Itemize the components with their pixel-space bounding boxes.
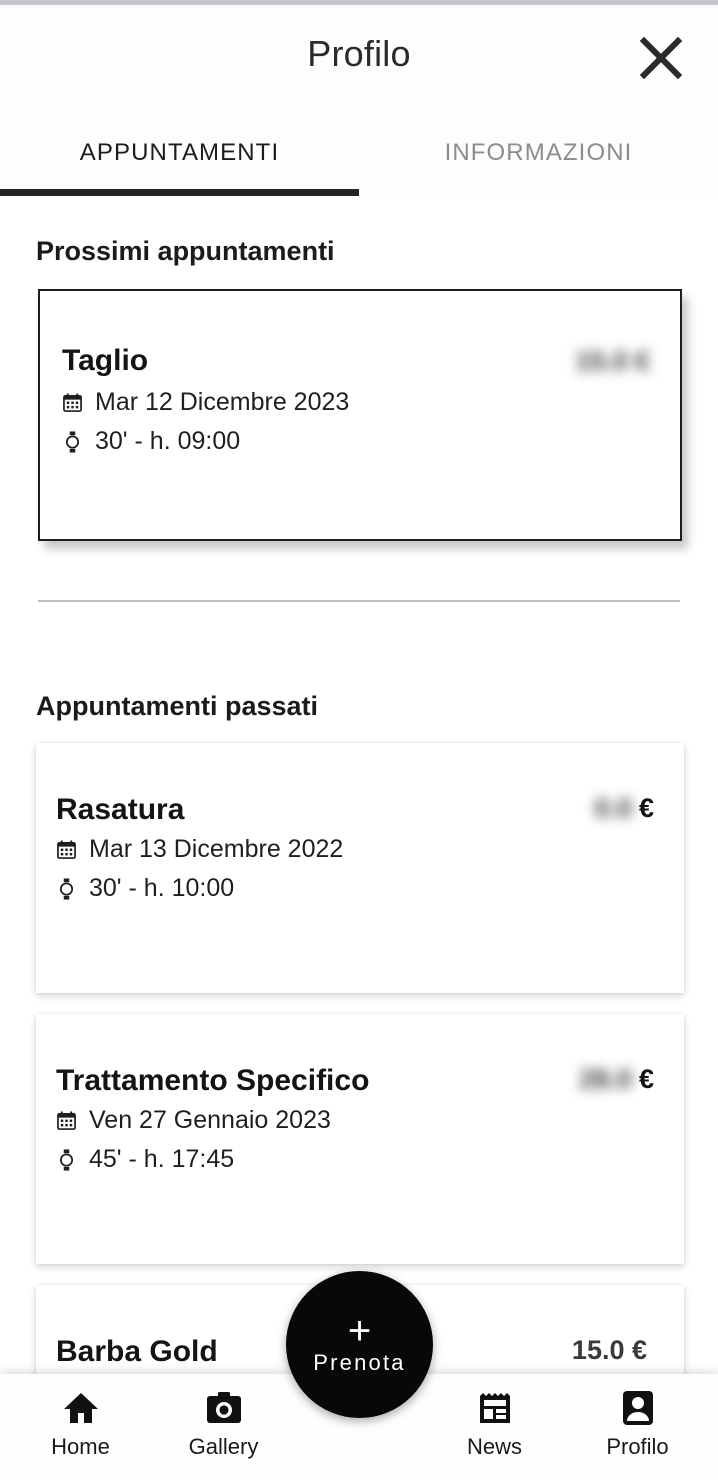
nav-item-home-label: Home xyxy=(51,1434,110,1459)
appointment-duration-time: 45' - h. 17:45 xyxy=(89,1145,235,1173)
appointment-time-row: 45' - h. 17:45 xyxy=(56,1145,234,1174)
price-amount: 15.0 xyxy=(575,346,628,376)
service-name: Rasatura xyxy=(56,793,185,826)
appointment-date-row: Mar 12 Dicembre 2023 xyxy=(62,388,349,417)
appointment-time-row: 30' - h. 10:00 xyxy=(56,874,234,903)
profile-screen: Profilo APPUNTAMENTI INFORMAZIONI Prossi… xyxy=(0,5,718,1480)
price-currency: € xyxy=(634,346,650,376)
prenota-fab-label: Prenota xyxy=(313,1349,406,1375)
appointment-card-past[interactable]: Rasatura 0.0 € Mar 13 Dicembre 2022 30' … xyxy=(36,743,684,993)
tab-appuntamenti[interactable]: APPUNTAMENTI xyxy=(0,110,359,196)
calendar-icon xyxy=(56,1109,76,1133)
service-name: Taglio xyxy=(62,344,149,377)
nav-item-news[interactable]: News xyxy=(423,1374,566,1460)
price-amount: 28.0 xyxy=(579,1064,632,1094)
close-button[interactable] xyxy=(630,27,692,89)
service-price: 15.0 € xyxy=(575,346,650,377)
plus-icon: + xyxy=(347,1308,372,1353)
section-title-past: Appuntamenti passati xyxy=(36,691,319,721)
newspaper-icon xyxy=(475,1388,515,1428)
calendar-icon xyxy=(56,838,76,862)
appointment-date: Mar 12 Dicembre 2023 xyxy=(95,388,350,416)
tab-active-indicator xyxy=(0,189,359,196)
contact-card-icon xyxy=(618,1388,658,1428)
section-title-upcoming: Prossimi appuntamenti xyxy=(36,236,335,266)
price-amount: 0.0 xyxy=(594,793,632,823)
appointment-duration-time: 30' - h. 09:00 xyxy=(95,427,241,455)
nav-item-gallery-label: Gallery xyxy=(188,1434,259,1459)
appointment-card-upcoming[interactable]: Taglio 15.0 € Mar 12 Dicembre 2023 30' -… xyxy=(38,289,682,541)
prenota-fab-button[interactable]: + Prenota xyxy=(286,1271,433,1418)
appointment-card-past[interactable]: Trattamento Specifico 28.0 € Ven 27 Genn… xyxy=(36,1014,684,1264)
calendar-icon xyxy=(62,391,82,415)
appointment-date-row: Mar 13 Dicembre 2022 xyxy=(56,835,343,864)
page-title: Profilo xyxy=(307,33,411,74)
tab-indicator-track xyxy=(0,189,718,196)
home-icon xyxy=(61,1388,101,1428)
tab-informazioni[interactable]: INFORMAZIONI xyxy=(359,110,718,196)
service-price: 15.0 € xyxy=(572,1335,654,1366)
service-name: Barba Gold xyxy=(56,1335,218,1368)
price-currency: € xyxy=(638,1064,654,1094)
price-currency: € xyxy=(638,793,654,823)
appointment-date: Ven 27 Gennaio 2023 xyxy=(89,1106,331,1134)
nav-item-news-label: News xyxy=(466,1434,522,1459)
nav-item-profilo-label: Profilo xyxy=(606,1434,669,1459)
watch-icon xyxy=(62,430,82,454)
header: Profilo xyxy=(0,5,718,110)
tab-informazioni-label: INFORMAZIONI xyxy=(444,139,633,166)
appointment-date-row: Ven 27 Gennaio 2023 xyxy=(56,1106,331,1135)
tab-bar: APPUNTAMENTI INFORMAZIONI xyxy=(0,110,718,196)
nav-item-profilo[interactable]: Profilo xyxy=(566,1374,709,1460)
watch-icon xyxy=(56,1148,76,1172)
service-name: Trattamento Specifico xyxy=(56,1064,370,1097)
appointment-time-row: 30' - h. 09:00 xyxy=(62,427,240,456)
service-price: 28.0 € xyxy=(579,1064,654,1095)
watch-icon xyxy=(56,877,76,901)
nav-item-gallery[interactable]: Gallery xyxy=(152,1374,295,1460)
tab-appuntamenti-label: APPUNTAMENTI xyxy=(79,139,280,166)
nav-item-home[interactable]: Home xyxy=(9,1374,152,1460)
appointment-date: Mar 13 Dicembre 2022 xyxy=(89,835,344,863)
camera-icon xyxy=(204,1388,244,1428)
section-divider xyxy=(38,600,680,602)
close-icon xyxy=(638,35,684,81)
price-amount: 15.0 € xyxy=(571,1335,647,1365)
service-price: 0.0 € xyxy=(594,793,654,824)
appointment-duration-time: 30' - h. 10:00 xyxy=(89,874,235,902)
